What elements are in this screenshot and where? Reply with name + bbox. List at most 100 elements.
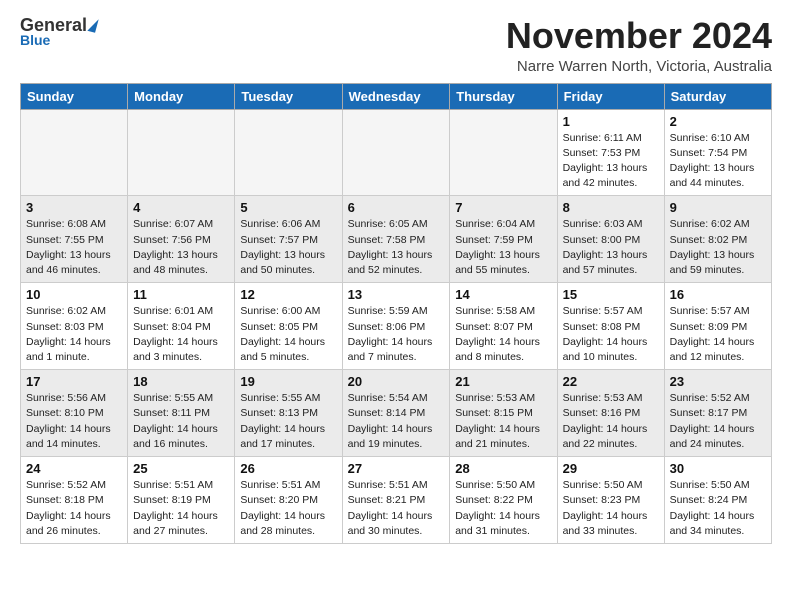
day-number: 13 [348, 287, 445, 302]
day-info: Sunrise: 6:10 AMSunset: 7:54 PMDaylight:… [670, 131, 766, 192]
day-info: Sunrise: 5:54 AMSunset: 8:14 PMDaylight:… [348, 391, 445, 452]
day-number: 24 [26, 461, 122, 476]
day-info: Sunrise: 5:51 AMSunset: 8:19 PMDaylight:… [133, 478, 229, 539]
table-row: 16 Sunrise: 5:57 AMSunset: 8:09 PMDayligh… [664, 283, 771, 370]
table-row: 1 Sunrise: 6:11 AMSunset: 7:53 PMDaylight… [557, 109, 664, 196]
col-sunday: Sunday [21, 83, 128, 109]
logo: General Blue [20, 16, 97, 48]
day-info: Sunrise: 6:00 AMSunset: 8:05 PMDaylight:… [240, 304, 336, 365]
col-tuesday: Tuesday [235, 83, 342, 109]
day-info: Sunrise: 5:56 AMSunset: 8:10 PMDaylight:… [26, 391, 122, 452]
location-title: Narre Warren North, Victoria, Australia [506, 58, 772, 75]
day-number: 4 [133, 200, 229, 215]
day-info: Sunrise: 6:02 AMSunset: 8:02 PMDaylight:… [670, 217, 766, 278]
title-block: November 2024 Narre Warren North, Victor… [506, 16, 772, 75]
calendar-week-row: 24 Sunrise: 5:52 AMSunset: 8:18 PMDayligh… [21, 457, 772, 544]
table-row: 9 Sunrise: 6:02 AMSunset: 8:02 PMDaylight… [664, 196, 771, 283]
calendar-week-row: 1 Sunrise: 6:11 AMSunset: 7:53 PMDaylight… [21, 109, 772, 196]
day-info: Sunrise: 6:02 AMSunset: 8:03 PMDaylight:… [26, 304, 122, 365]
day-info: Sunrise: 6:06 AMSunset: 7:57 PMDaylight:… [240, 217, 336, 278]
table-row: 28 Sunrise: 5:50 AMSunset: 8:22 PMDayligh… [450, 457, 557, 544]
day-number: 25 [133, 461, 229, 476]
day-number: 22 [563, 374, 659, 389]
day-info: Sunrise: 5:59 AMSunset: 8:06 PMDaylight:… [348, 304, 445, 365]
table-row: 13 Sunrise: 5:59 AMSunset: 8:06 PMDayligh… [342, 283, 450, 370]
table-row: 14Sunrise: 5:58 AMSunset: 8:07 PMDayligh… [450, 283, 557, 370]
table-row: 19Sunrise: 5:55 AMSunset: 8:13 PMDayligh… [235, 370, 342, 457]
table-row: 20 Sunrise: 5:54 AMSunset: 8:14 PMDayligh… [342, 370, 450, 457]
day-number: 19 [240, 374, 336, 389]
table-row: 15 Sunrise: 5:57 AMSunset: 8:08 PMDayligh… [557, 283, 664, 370]
calendar-week-row: 3 Sunrise: 6:08 AMSunset: 7:55 PMDaylight… [21, 196, 772, 283]
table-row: 11 Sunrise: 6:01 AMSunset: 8:04 PMDayligh… [128, 283, 235, 370]
day-info: Sunrise: 5:50 AMSunset: 8:24 PMDaylight:… [670, 478, 766, 539]
table-row: 5 Sunrise: 6:06 AMSunset: 7:57 PMDaylight… [235, 196, 342, 283]
day-number: 10 [26, 287, 122, 302]
calendar-week-row: 17 Sunrise: 5:56 AMSunset: 8:10 PMDayligh… [21, 370, 772, 457]
day-number: 29 [563, 461, 659, 476]
table-row: 30Sunrise: 5:50 AMSunset: 8:24 PMDayligh… [664, 457, 771, 544]
day-info: Sunrise: 5:53 AMSunset: 8:16 PMDaylight:… [563, 391, 659, 452]
day-number: 20 [348, 374, 445, 389]
day-info: Sunrise: 5:57 AMSunset: 8:08 PMDaylight:… [563, 304, 659, 365]
day-number: 9 [670, 200, 766, 215]
day-info: Sunrise: 5:52 AMSunset: 8:18 PMDaylight:… [26, 478, 122, 539]
day-number: 12 [240, 287, 336, 302]
day-info: Sunrise: 6:01 AMSunset: 8:04 PMDaylight:… [133, 304, 229, 365]
day-number: 17 [26, 374, 122, 389]
day-number: 11 [133, 287, 229, 302]
table-row: 26Sunrise: 5:51 AMSunset: 8:20 PMDayligh… [235, 457, 342, 544]
table-row: 7Sunrise: 6:04 AMSunset: 7:59 PMDaylight… [450, 196, 557, 283]
logo-triangle-icon [87, 17, 98, 33]
col-thursday: Thursday [450, 83, 557, 109]
table-row: 27 Sunrise: 5:51 AMSunset: 8:21 PMDayligh… [342, 457, 450, 544]
day-number: 3 [26, 200, 122, 215]
day-number: 28 [455, 461, 551, 476]
day-number: 2 [670, 114, 766, 129]
day-info: Sunrise: 5:51 AMSunset: 8:21 PMDaylight:… [348, 478, 445, 539]
day-info: Sunrise: 6:03 AMSunset: 8:00 PMDaylight:… [563, 217, 659, 278]
day-number: 5 [240, 200, 336, 215]
table-row: 12 Sunrise: 6:00 AMSunset: 8:05 PMDayligh… [235, 283, 342, 370]
day-number: 1 [563, 114, 659, 129]
table-row: 2 Sunrise: 6:10 AMSunset: 7:54 PMDaylight… [664, 109, 771, 196]
table-row: 4Sunrise: 6:07 AMSunset: 7:56 PMDaylight… [128, 196, 235, 283]
header: General Blue November 2024 Narre Warren … [20, 16, 772, 75]
day-info: Sunrise: 5:50 AMSunset: 8:22 PMDaylight:… [455, 478, 551, 539]
table-row: 3 Sunrise: 6:08 AMSunset: 7:55 PMDaylight… [21, 196, 128, 283]
table-row: 18Sunrise: 5:55 AMSunset: 8:11 PMDayligh… [128, 370, 235, 457]
table-row [21, 109, 128, 196]
table-row: 8 Sunrise: 6:03 AMSunset: 8:00 PMDaylight… [557, 196, 664, 283]
day-info: Sunrise: 5:50 AMSunset: 8:23 PMDaylight:… [563, 478, 659, 539]
table-row: 24 Sunrise: 5:52 AMSunset: 8:18 PMDayligh… [21, 457, 128, 544]
table-row [235, 109, 342, 196]
table-row: 22 Sunrise: 5:53 AMSunset: 8:16 PMDayligh… [557, 370, 664, 457]
col-monday: Monday [128, 83, 235, 109]
day-number: 16 [670, 287, 766, 302]
table-row: 29 Sunrise: 5:50 AMSunset: 8:23 PMDayligh… [557, 457, 664, 544]
day-number: 26 [240, 461, 336, 476]
col-wednesday: Wednesday [342, 83, 450, 109]
calendar-week-row: 10 Sunrise: 6:02 AMSunset: 8:03 PMDayligh… [21, 283, 772, 370]
table-row: 10 Sunrise: 6:02 AMSunset: 8:03 PMDayligh… [21, 283, 128, 370]
day-info: Sunrise: 6:04 AMSunset: 7:59 PMDaylight:… [455, 217, 551, 278]
day-info: Sunrise: 5:55 AMSunset: 8:11 PMDaylight:… [133, 391, 229, 452]
logo-blue: Blue [20, 32, 50, 48]
day-info: Sunrise: 6:11 AMSunset: 7:53 PMDaylight:… [563, 131, 659, 192]
page: General Blue November 2024 Narre Warren … [0, 0, 792, 560]
table-row [342, 109, 450, 196]
day-number: 15 [563, 287, 659, 302]
calendar-header-row: Sunday Monday Tuesday Wednesday Thursday… [21, 83, 772, 109]
table-row: 23Sunrise: 5:52 AMSunset: 8:17 PMDayligh… [664, 370, 771, 457]
day-number: 27 [348, 461, 445, 476]
day-info: Sunrise: 6:05 AMSunset: 7:58 PMDaylight:… [348, 217, 445, 278]
day-info: Sunrise: 6:08 AMSunset: 7:55 PMDaylight:… [26, 217, 122, 278]
day-info: Sunrise: 5:58 AMSunset: 8:07 PMDaylight:… [455, 304, 551, 365]
table-row: 25 Sunrise: 5:51 AMSunset: 8:19 PMDayligh… [128, 457, 235, 544]
table-row: 21Sunrise: 5:53 AMSunset: 8:15 PMDayligh… [450, 370, 557, 457]
day-number: 8 [563, 200, 659, 215]
table-row [128, 109, 235, 196]
day-info: Sunrise: 5:57 AMSunset: 8:09 PMDaylight:… [670, 304, 766, 365]
day-info: Sunrise: 5:52 AMSunset: 8:17 PMDaylight:… [670, 391, 766, 452]
table-row: 17 Sunrise: 5:56 AMSunset: 8:10 PMDayligh… [21, 370, 128, 457]
